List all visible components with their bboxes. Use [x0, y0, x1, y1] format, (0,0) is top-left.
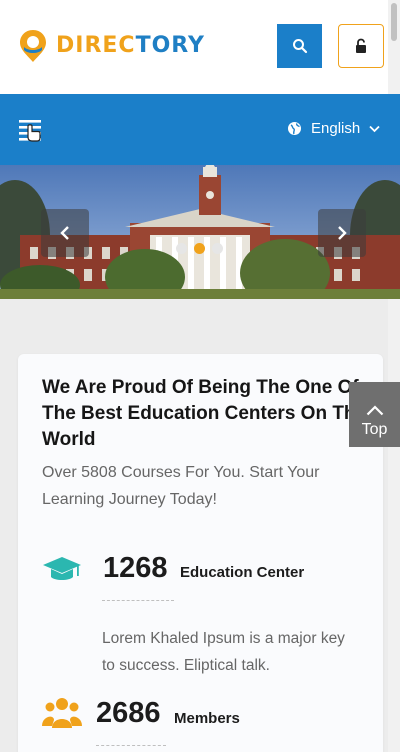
chevron-down-icon	[369, 125, 380, 132]
stat-value: 1268	[103, 552, 168, 584]
stat-value: 2686	[96, 697, 161, 729]
logo-wordmark-part2: TORY	[135, 33, 205, 58]
search-icon	[292, 39, 307, 54]
stat-description: Lorem Khaled Ipsum is a major key to suc…	[102, 630, 345, 674]
slider-pagination	[176, 243, 223, 254]
globe-icon	[288, 122, 301, 135]
menu-icon	[19, 120, 41, 142]
logo-wordmark-part1: DIREC	[56, 33, 136, 58]
stat-label: Members	[174, 710, 240, 727]
graduation-cap-icon	[43, 557, 81, 580]
site-header: DIRECTORY	[0, 0, 388, 94]
chevron-up-icon	[366, 405, 383, 416]
back-to-top-button[interactable]: Top	[349, 382, 400, 447]
search-button[interactable]	[277, 24, 322, 68]
chevron-left-icon	[60, 226, 69, 240]
back-to-top-label: Top	[361, 421, 388, 438]
intro-subtitle: Over 5808 Courses For You. Start Your Le…	[42, 464, 320, 508]
map-pin-logo-icon	[20, 30, 46, 62]
menu-toggle-button[interactable]	[18, 117, 44, 143]
users-icon	[42, 698, 82, 728]
slider-next-button[interactable]	[318, 209, 366, 257]
chevron-right-icon	[338, 226, 347, 240]
lock-icon	[356, 38, 366, 53]
logo-wordmark: DIRECTORY	[56, 35, 205, 57]
stat-label: Education Center	[180, 564, 305, 581]
login-button[interactable]	[338, 24, 384, 68]
scrollbar-thumb[interactable]	[391, 3, 397, 41]
language-label: English	[311, 120, 361, 137]
slider-dot-active[interactable]	[194, 243, 205, 254]
slider-prev-button[interactable]	[41, 209, 89, 257]
stat-divider	[102, 600, 174, 601]
slider-dot[interactable]	[176, 243, 187, 254]
stat-divider	[96, 745, 166, 746]
site-logo[interactable]: DIRECTORY	[18, 29, 205, 63]
language-selector[interactable]: English	[287, 120, 380, 137]
intro-title: We Are Proud Of Being The One Of The Bes…	[42, 377, 367, 450]
slider-dot[interactable]	[212, 243, 223, 254]
